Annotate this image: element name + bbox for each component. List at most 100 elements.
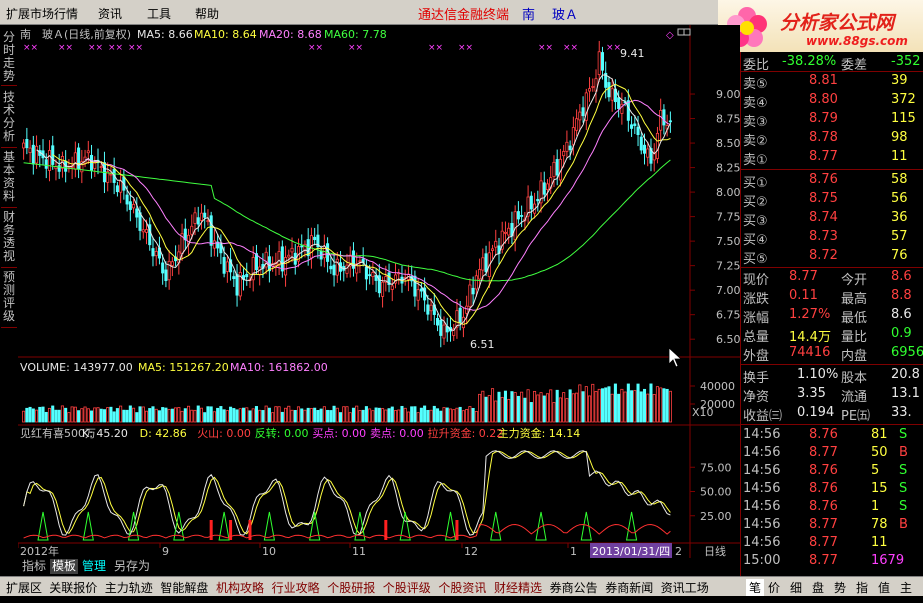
save-as-button[interactable]: 另存为 <box>112 559 152 574</box>
stat-label: 涨幅 <box>743 311 770 326</box>
sell-level-price: 8.78 <box>809 130 838 145</box>
candle-body <box>636 126 640 136</box>
volume-ma10-label: MA10: 161862.00 <box>230 361 328 374</box>
candle-body <box>138 212 142 231</box>
candle-body <box>555 159 559 176</box>
volume-bar <box>536 394 540 423</box>
volume-bar <box>419 407 423 423</box>
candle-body <box>610 88 614 101</box>
tab-technical[interactable]: 技术分析 <box>1 91 17 148</box>
candle-body <box>290 247 294 253</box>
candle-body <box>154 250 158 257</box>
status-strip <box>0 596 923 603</box>
title-stock: 玻Ａ <box>552 8 579 23</box>
quote-side-tab[interactable]: 值 <box>878 579 890 596</box>
volume-bar <box>600 388 605 423</box>
template-button[interactable]: 模板 <box>50 559 79 574</box>
bottom-tab[interactable]: 关联报价 <box>49 579 97 596</box>
bottom-tab[interactable]: 扩展区 <box>6 579 42 596</box>
candle-body <box>28 147 32 153</box>
manage-button[interactable]: 管理 <box>80 559 108 574</box>
candle-body <box>313 236 317 241</box>
fundamental-label: PE㈤ <box>841 409 871 424</box>
period-label[interactable]: 日线 <box>704 544 726 558</box>
signal-x-mark: ×× <box>606 43 621 53</box>
sell-level-volume: 11 <box>891 149 908 164</box>
sell-level-price: 8.81 <box>809 73 838 88</box>
quote-side-tab[interactable]: 主 <box>900 579 912 596</box>
tab-intraday[interactable]: 分时走势 <box>1 31 17 86</box>
volume-bar <box>513 392 517 423</box>
sell-level-volume: 115 <box>891 111 916 126</box>
stat-label: 量比 <box>841 330 868 345</box>
candle-body <box>287 254 291 258</box>
buy-level-label: 买② <box>743 195 768 210</box>
volume-bar <box>377 407 381 423</box>
volume-bar <box>562 392 566 423</box>
volume-bar <box>620 388 624 423</box>
volume-bar <box>248 410 252 423</box>
fundamental-label: 股本 <box>841 371 868 386</box>
bottom-tab[interactable]: 券商新闻 <box>605 579 653 596</box>
menu-tools[interactable]: 工具 <box>147 5 171 22</box>
volume-bar <box>549 389 553 423</box>
candle-body <box>125 194 129 205</box>
indicator-value: K: 45.20 <box>82 427 128 440</box>
bottom-tab[interactable]: 财经精选 <box>494 579 542 596</box>
bottom-tab[interactable]: 主力轨迹 <box>105 579 153 596</box>
sell-level-label: 卖③ <box>743 115 768 130</box>
bottom-tab[interactable]: 券商公告 <box>550 579 598 596</box>
volume-bar <box>355 405 359 423</box>
quote-side-tab[interactable]: 势 <box>834 579 846 596</box>
volume-bar <box>403 407 407 423</box>
volume-bar <box>180 410 184 423</box>
volume-bar <box>322 406 326 423</box>
indicator-tick-label: 25.00 <box>700 510 732 523</box>
price-tick-label: 7.00 <box>716 284 740 297</box>
volume-bar <box>326 409 330 423</box>
volume-bar <box>633 390 637 423</box>
tab-forecast[interactable]: 预测评级 <box>1 271 17 328</box>
indicator-button[interactable]: 指标 <box>20 559 48 574</box>
volume-bar <box>271 412 275 423</box>
bottom-tab[interactable]: 行业攻略 <box>272 579 320 596</box>
volume-bar <box>575 392 579 423</box>
tick-volume: 1679 <box>871 553 905 568</box>
tab-basic-info[interactable]: 基本资料 <box>1 151 17 208</box>
chart-area[interactable]: 9.00 8.75 8.50 8.25 8.00 7.75 7.50 7.25 7.00 6.75… <box>18 25 740 558</box>
volume-bar <box>481 390 485 423</box>
tick-time: 14:56 <box>743 481 781 496</box>
bottom-tab[interactable]: 个股研报 <box>327 579 375 596</box>
quote-side-tab[interactable]: 价 <box>768 579 780 596</box>
fundamental-value: 0.194 <box>797 405 835 420</box>
volume-bar <box>374 407 378 423</box>
bottom-tab[interactable]: 资讯工场 <box>661 579 709 596</box>
signal-x-mark: ×× <box>128 43 143 53</box>
candle-body <box>630 124 634 129</box>
buy-level-volume: 57 <box>891 229 908 244</box>
quote-side-tab[interactable]: 盘 <box>812 579 824 596</box>
volume-bar <box>381 408 385 423</box>
logo-text: 分析家公式网 <box>780 12 895 34</box>
candle-body <box>199 212 204 221</box>
indicator-value: 拉升资金: 0.22 <box>428 426 504 440</box>
buy-level-label: 买③ <box>743 214 768 229</box>
menu-help[interactable]: 帮助 <box>195 5 219 22</box>
menu-news[interactable]: 资讯 <box>98 5 122 22</box>
fundamental-value: 13.1 <box>891 386 920 401</box>
tab-financials[interactable]: 财务透视 <box>1 211 17 268</box>
menu-extended-market[interactable]: 扩展市场行情 <box>6 5 78 22</box>
bottom-tab[interactable]: 个股评级 <box>383 579 431 596</box>
candle-body <box>225 261 229 272</box>
tick-time: 14:56 <box>743 463 781 478</box>
volume-bar <box>125 409 129 423</box>
quote-side-tab[interactable]: 笔 <box>746 579 765 596</box>
stat-label: 内盘 <box>841 349 868 364</box>
quote-side-tab[interactable]: 指 <box>856 579 868 596</box>
quote-side-tab[interactable]: 细 <box>790 579 802 596</box>
candle-body <box>335 258 339 276</box>
bottom-tab[interactable]: 智能解盘 <box>160 579 208 596</box>
bottom-tab[interactable]: 个股资讯 <box>438 579 486 596</box>
bottom-tab[interactable]: 机构攻略 <box>216 579 264 596</box>
volume-bar <box>216 407 220 423</box>
